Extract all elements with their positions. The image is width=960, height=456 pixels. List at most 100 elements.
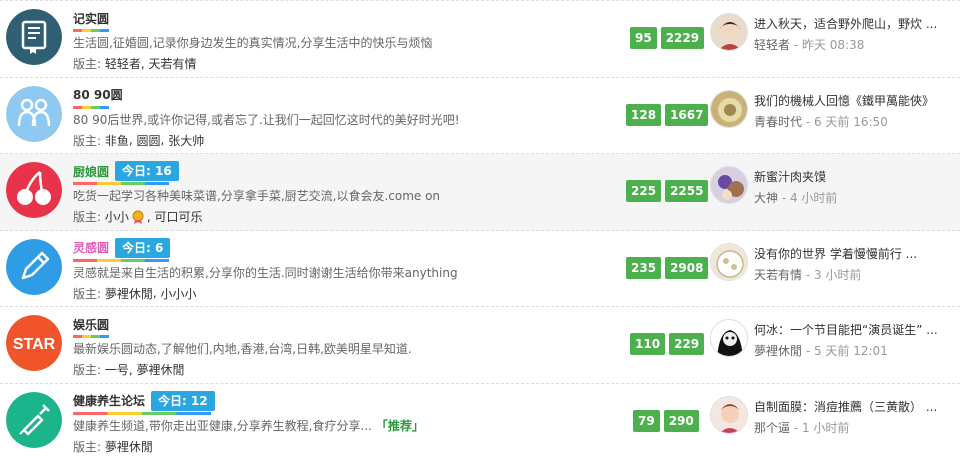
forum-description-text: 健康养生频道,带你走出亚健康,分享养生教程,食疗分享... — [73, 418, 372, 433]
moderator-link[interactable]: 夢裡休閒 — [137, 361, 185, 378]
last-post: 我们的機械人回憶《鐵甲萬能俠》 青春时代 - 6 天前 16:50 — [710, 89, 958, 130]
post-count-badge: 290 — [663, 409, 699, 432]
forum-stats: 79 290 — [633, 409, 699, 432]
last-post-title[interactable]: 自制面膜：消痘推薦（三黄散） ... — [754, 398, 954, 415]
cherry-icon[interactable] — [6, 162, 62, 218]
forum-name[interactable]: 厨娘圆 — [73, 163, 109, 180]
avatar[interactable] — [710, 166, 748, 204]
pencil-icon[interactable] — [6, 238, 62, 295]
last-post-author[interactable]: 那个逼 — [754, 421, 790, 435]
today-badge: 今日: 6 — [115, 237, 171, 258]
forum-stats: 235 2908 — [626, 256, 709, 279]
forum-name[interactable]: 健康养生论坛 — [73, 392, 145, 409]
last-post-title[interactable]: 没有你的世界 学着慢慢前行 ... — [754, 245, 954, 262]
moderators: 版主: 夢裡休閒 — [73, 438, 153, 455]
name-underline — [73, 335, 109, 338]
forum-stats: 95 2229 — [630, 27, 705, 49]
forum-name[interactable]: 记实圆 — [73, 10, 109, 27]
last-post-time: 4 小时前 — [789, 191, 838, 205]
thread-count-badge: 110 — [630, 333, 666, 355]
today-badge: 今日: 16 — [115, 161, 179, 181]
moderators: 版主: 小小 , 可口可乐 — [73, 208, 203, 225]
moderator-label: 版主: — [73, 286, 102, 301]
forum-description: 健康养生频道,带你走出亚健康,分享养生教程,食疗分享... 「推荐」 — [73, 417, 424, 434]
last-post-time: 3 小时前 — [813, 267, 862, 282]
name-underline — [73, 411, 211, 415]
moderator-link[interactable]: 夢裡休閒 — [105, 438, 153, 455]
name-underline — [73, 182, 169, 185]
recommend-tag[interactable]: 「推荐」 — [376, 419, 424, 433]
name-underline — [73, 29, 109, 32]
forum-stats: 110 229 — [630, 333, 705, 355]
last-post-author[interactable]: 夢裡休閒 — [754, 344, 802, 358]
forum-description: 80 90后世界,或许你记得,或者忘了.让我们一起回忆这时代的美好时光吧! — [73, 112, 460, 127]
forum-stats: 128 1667 — [626, 103, 709, 126]
book-icon[interactable] — [6, 9, 62, 65]
last-post-time: 5 天前 12:01 — [813, 344, 888, 358]
moderator-label: 版主: — [73, 57, 102, 71]
last-post-time: 1 小时前 — [801, 420, 850, 435]
forum-description: 灵感就是来自生活的积累,分享你的生活.同时谢谢生活给你带来anything — [73, 265, 458, 280]
last-post-author[interactable]: 轻轻者 — [754, 38, 790, 52]
forum-description: 生活圆,征婚圆,记录你身边发生的真实情况,分享生活中的快乐与烦恼 — [73, 36, 433, 50]
moderator-link[interactable]: 非鱼 — [105, 132, 129, 149]
star-text: STAR — [13, 336, 56, 353]
star-text-icon[interactable]: STAR — [6, 315, 62, 371]
moderator-link[interactable]: 小小小 — [161, 285, 197, 302]
forum-list: 记实圆 生活圆,征婚圆,记录你身边发生的真实情况,分享生活中的快乐与烦恼 版主:… — [0, 0, 960, 456]
moderator-label: 版主: — [73, 210, 102, 224]
syringe-icon[interactable] — [6, 391, 62, 448]
post-count-badge: 2229 — [660, 27, 705, 49]
last-post-author[interactable]: 青春时代 — [754, 115, 802, 129]
last-post-title[interactable]: 何冰：一个节目能把“演员诞生” ... — [754, 321, 954, 338]
moderators: 版主: 一号, 夢裡休閒 — [73, 361, 185, 378]
moderators: 版主: 夢裡休閒, 小小小 — [73, 285, 197, 302]
forum-row: 健康养生论坛 今日: 12 健康养生频道,带你走出亚健康,分享养生教程,食疗分享… — [0, 384, 960, 456]
last-post-author[interactable]: 天若有情 — [754, 268, 802, 282]
avatar[interactable] — [710, 395, 748, 434]
moderator-link[interactable]: 夢裡休閒 — [105, 285, 153, 302]
last-post-author[interactable]: 大神 — [754, 191, 778, 205]
last-post: 何冰：一个节目能把“演员诞生” ... 夢裡休閒 - 5 天前 12:01 — [710, 319, 958, 359]
post-count-badge: 2908 — [665, 256, 709, 279]
couple-icon[interactable] — [6, 85, 62, 142]
thread-count-badge: 79 — [633, 409, 660, 432]
last-post-title[interactable]: 新蜜汁肉夹馍 — [754, 168, 954, 185]
post-count-badge: 229 — [669, 333, 705, 355]
thread-count-badge: 128 — [626, 103, 662, 126]
avatar[interactable] — [710, 89, 748, 128]
thread-count-badge: 95 — [630, 27, 657, 49]
moderators: 版主: 非鱼, 圆圆, 张大帅 — [73, 132, 205, 149]
moderator-link[interactable]: 圆圆 — [137, 132, 161, 149]
last-post-time: 6 天前 16:50 — [813, 114, 888, 129]
post-count-badge: 1667 — [665, 103, 709, 126]
last-post: 进入秋天，适合野外爬山，野炊 ... 轻轻者 - 昨天 08:38 — [710, 13, 958, 53]
moderator-link[interactable]: 小小 — [105, 208, 129, 225]
last-post: 没有你的世界 学着慢慢前行 ... 天若有情 - 3 小时前 — [710, 242, 958, 283]
forum-name[interactable]: 娱乐圆 — [73, 316, 109, 333]
thread-count-badge: 235 — [626, 256, 662, 279]
today-badge: 今日: 12 — [151, 390, 215, 411]
forum-row: 80 90圆 80 90后世界,或许你记得,或者忘了.让我们一起回忆这时代的美好… — [0, 78, 960, 154]
avatar[interactable] — [710, 242, 748, 281]
forum-row: 记实圆 生活圆,征婚圆,记录你身边发生的真实情况,分享生活中的快乐与烦恼 版主:… — [0, 1, 960, 78]
last-post-title[interactable]: 进入秋天，适合野外爬山，野炊 ... — [754, 15, 954, 32]
forum-name[interactable]: 灵感圆 — [73, 239, 109, 256]
moderator-link[interactable]: 轻轻者 — [105, 55, 141, 72]
moderator-link[interactable]: 张大帅 — [168, 132, 204, 149]
avatar[interactable] — [710, 13, 748, 51]
forum-name[interactable]: 80 90圆 — [73, 86, 123, 103]
thread-count-badge: 225 — [626, 180, 662, 202]
forum-row: 厨娘圆 今日: 16 吃货一起学习各种美味菜谱,分享拿手菜,厨艺交流,以食会友.… — [0, 154, 960, 231]
moderator-link[interactable]: 可口可乐 — [155, 208, 203, 225]
moderator-link[interactable]: 天若有情 — [149, 55, 197, 72]
last-post-title[interactable]: 我们的機械人回憶《鐵甲萬能俠》 — [754, 92, 954, 109]
moderator-label: 版主: — [73, 363, 102, 377]
last-post-time: 昨天 08:38 — [801, 38, 865, 52]
avatar[interactable] — [710, 319, 748, 357]
moderator-label: 版主: — [73, 133, 102, 148]
name-underline — [73, 105, 109, 109]
forum-row: 灵感圆 今日: 6 灵感就是来自生活的积累,分享你的生活.同时谢谢生活给你带来a… — [0, 231, 960, 307]
moderator-link[interactable]: 一号 — [105, 361, 129, 378]
moderator-label: 版主: — [73, 439, 102, 454]
